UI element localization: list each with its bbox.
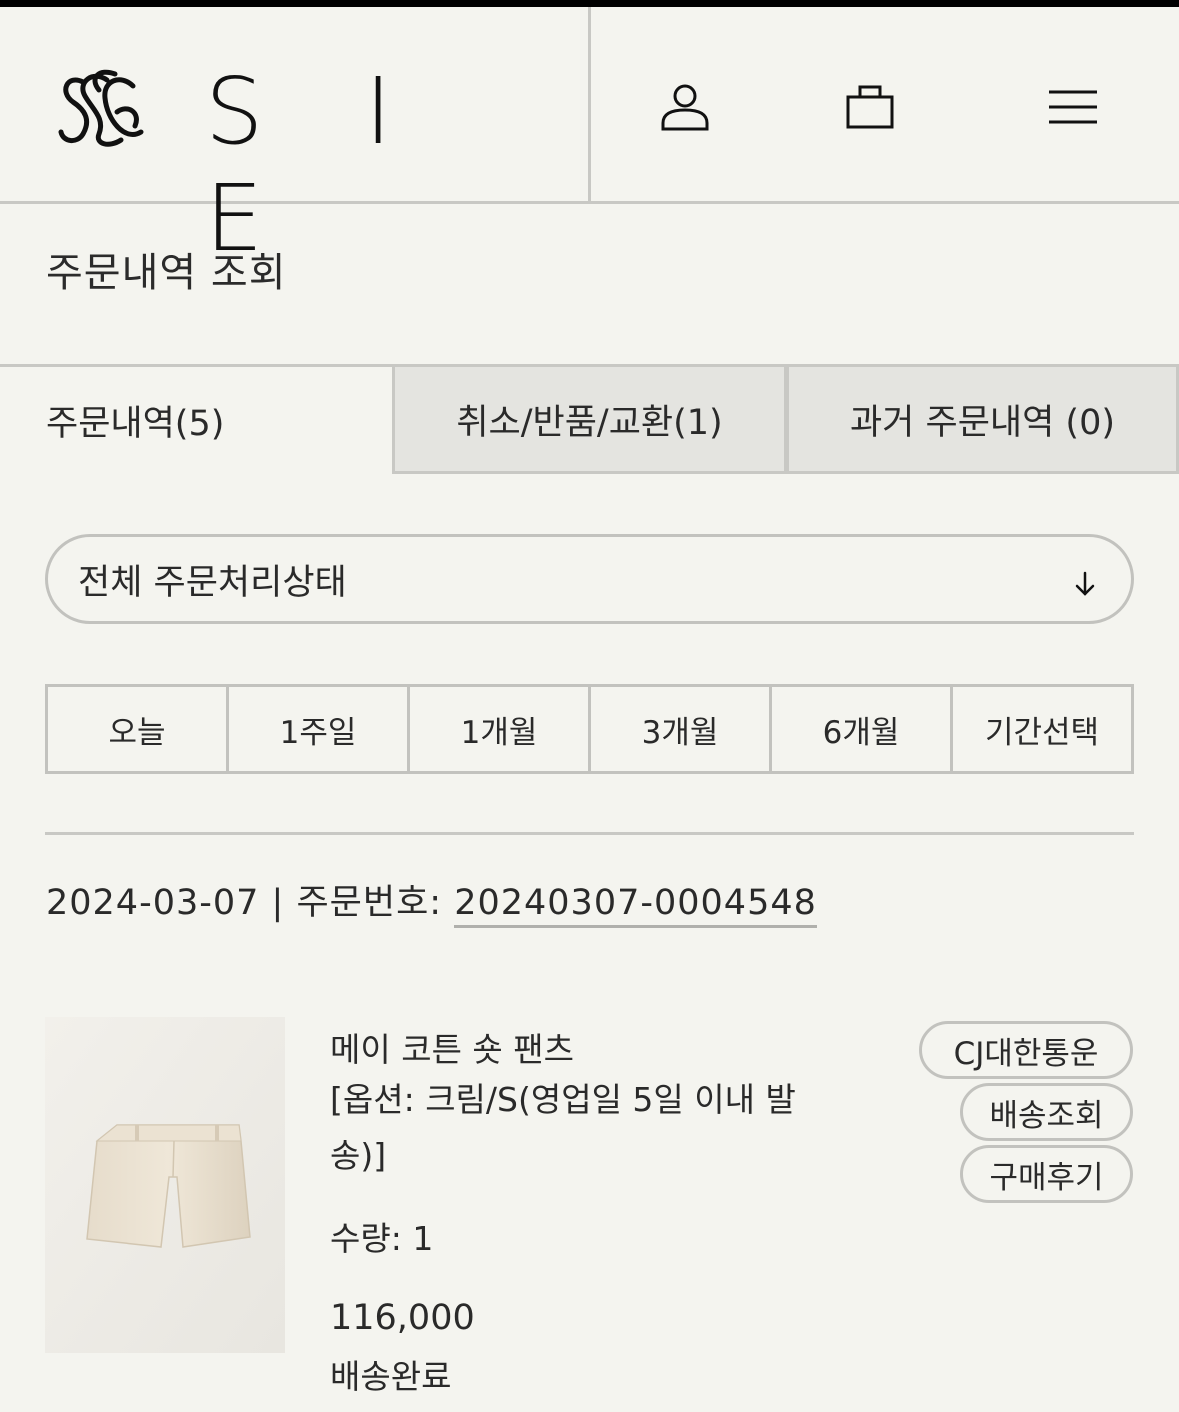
period-6months-button[interactable]: 6개월 — [772, 687, 953, 771]
tab-cancel-return-exchange[interactable]: 취소/반품/교환(1) — [392, 367, 787, 474]
tab-orders[interactable]: 주문내역(5) — [0, 367, 392, 474]
shipping-status: 배송완료 — [330, 1357, 452, 1396]
order-date: 2024-03-07 — [46, 883, 260, 923]
period-1week-button[interactable]: 1주일 — [229, 687, 410, 771]
shopping-bag-icon[interactable] — [840, 77, 900, 137]
tab-past-orders[interactable]: 과거 주문내역 (0) — [786, 367, 1179, 474]
period-3months-button[interactable]: 3개월 — [591, 687, 772, 771]
product-quantity: 수량: 1 — [330, 1219, 434, 1258]
order-status-value: 전체 주문처리상태 — [78, 562, 347, 603]
page-title: 주문내역 조회 — [46, 250, 287, 296]
order-tabs: 주문내역(5) 취소/반품/교환(1) 과거 주문내역 (0) — [0, 367, 1179, 474]
order-header: 2024-03-07 | 주문번호: 20240307-0004548 — [46, 874, 817, 928]
period-custom-button[interactable]: 기간선택 — [953, 687, 1131, 771]
write-review-button[interactable]: 구매후기 — [960, 1145, 1133, 1203]
product-option: [옵션: 크림/S(영업일 5일 이내 발송)] — [330, 1080, 796, 1175]
site-header: S I E — [0, 7, 1179, 272]
order-status-select[interactable]: 전체 주문처리상태 — [45, 534, 1134, 624]
arrow-down-icon — [1073, 567, 1097, 596]
product-thumbnail[interactable] — [45, 1017, 285, 1353]
period-filter: 오늘 1주일 1개월 3개월 6개월 기간선택 — [45, 684, 1134, 774]
order-separator: | — [271, 883, 285, 923]
top-bar — [0, 0, 1179, 7]
brand-logo[interactable]: S I E — [55, 58, 435, 272]
order-number-label: 주문번호: — [296, 883, 443, 923]
period-1month-button[interactable]: 1개월 — [410, 687, 591, 771]
product-price: 116,000 — [330, 1298, 475, 1338]
user-icon[interactable] — [655, 77, 715, 137]
carrier-button[interactable]: CJ대한통운 — [919, 1021, 1133, 1079]
header-divider — [588, 7, 591, 201]
track-shipment-button[interactable]: 배송조회 — [960, 1083, 1133, 1141]
section-divider — [45, 832, 1134, 835]
product-name[interactable]: 메이 코튼 숏 팬츠 — [330, 1022, 830, 1078]
period-today-button[interactable]: 오늘 — [48, 687, 229, 771]
order-number-link[interactable]: 20240307-0004548 — [454, 883, 817, 928]
menu-icon[interactable] — [1043, 77, 1103, 137]
